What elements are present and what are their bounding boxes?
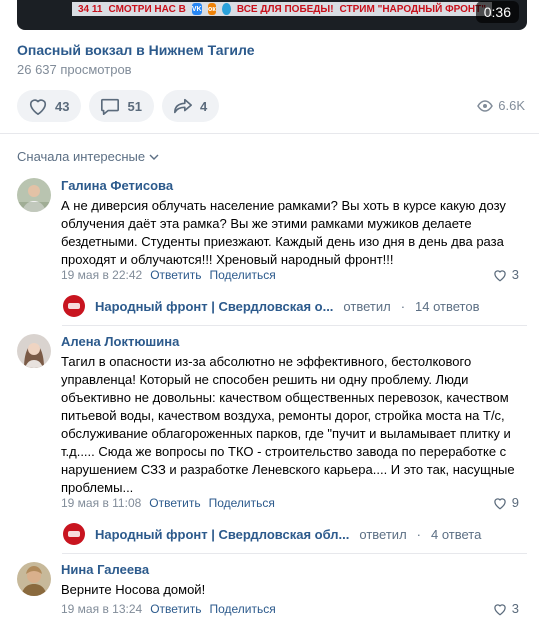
comment-button[interactable]: 51 <box>89 90 154 122</box>
heart-icon <box>29 99 47 115</box>
comment-meta: 19 мая в 22:42 Ответить Поделиться <box>61 268 276 282</box>
avatar[interactable] <box>17 334 51 368</box>
comment-text: Тагил в опасности из-за абсолютно не эфф… <box>61 354 515 495</box>
eye-icon <box>477 99 494 112</box>
video-duration: 0:36 <box>475 1 519 23</box>
like-count: 43 <box>55 98 70 114</box>
heart-icon <box>494 269 506 281</box>
comment-item: Нина Галеева Верните Носова домой! 19 ма… <box>17 562 527 622</box>
reply-author[interactable]: Народный фронт | Свердловская обл... <box>95 527 349 542</box>
ticker-left: 34 11 <box>78 3 103 15</box>
comment-date[interactable]: 19 мая в 22:42 <box>61 268 142 282</box>
divider <box>62 325 527 326</box>
reply-link[interactable]: Ответить <box>149 496 200 510</box>
comment-author[interactable]: Галина Фетисова <box>61 178 173 193</box>
comment-item: Галина Фетисова А не диверсия облучать н… <box>17 178 527 288</box>
comment-like-button[interactable]: 3 <box>492 267 519 282</box>
reply-separator: · <box>400 298 406 314</box>
comment-icon <box>101 98 120 115</box>
telegram-icon <box>222 3 231 15</box>
reply-separator: · <box>416 526 421 542</box>
avatar[interactable] <box>17 562 51 596</box>
reply-count[interactable]: 14 ответов <box>415 299 479 314</box>
divider <box>0 133 539 134</box>
video-ticker: 34 11 СМОТРИ НАС В VK ок ВСЕ ДЛЯ ПОБЕДЫ!… <box>72 2 492 16</box>
comment-count: 51 <box>127 98 142 114</box>
comment-text: А не диверсия облучать население рамками… <box>61 198 506 267</box>
reply-action: ответил <box>359 526 407 542</box>
reply-link[interactable]: Ответить <box>150 602 201 616</box>
vk-icon: VK <box>191 3 202 15</box>
comment-author[interactable]: Алена Локтюшина <box>61 334 179 349</box>
reply-thread[interactable]: Народный фронт | Свердловская о... ответ… <box>63 295 523 317</box>
share-count: 4 <box>199 98 208 114</box>
comment-meta: 19 мая в 11:08 Ответить Поделиться <box>61 496 275 510</box>
share-link[interactable]: Поделиться <box>209 268 275 282</box>
ticker-text-3: СТРИМ "НАРОДНЫЙ ФРОНТ" <box>339 3 486 15</box>
video-views: 26 637 просмотров <box>17 62 132 77</box>
divider <box>62 553 527 554</box>
sort-dropdown[interactable]: Сначала интересные <box>17 149 159 164</box>
reply-author[interactable]: Народный фронт | Свердловская о... <box>95 299 333 314</box>
comment-author[interactable]: Нина Галеева <box>61 562 149 577</box>
reply-thread[interactable]: Народный фронт | Свердловская обл... отв… <box>63 523 523 545</box>
reply-count[interactable]: 4 ответа <box>431 527 481 542</box>
comment-meta: 19 мая в 13:24 Ответить Поделиться <box>61 602 276 616</box>
video-title[interactable]: Опасный вокзал в Нижнем Тагиле <box>17 42 255 58</box>
share-link[interactable]: Поделиться <box>209 602 275 616</box>
comment-item: Алена Локтюшина Тагил в опасности из-за … <box>17 334 527 514</box>
share-link[interactable]: Поделиться <box>209 496 275 510</box>
reply-link[interactable]: Ответить <box>150 268 201 282</box>
like-button[interactable]: 43 <box>17 90 82 122</box>
comment-like-count: 9 <box>511 495 519 510</box>
heart-icon <box>494 603 506 615</box>
ticker-text-2: ВСЕ ДЛЯ ПОБЕДЫ! <box>236 3 334 15</box>
comment-date[interactable]: 19 мая в 13:24 <box>61 602 142 616</box>
video-thumbnail[interactable]: 34 11 СМОТРИ НАС В VK ок ВСЕ ДЛЯ ПОБЕДЫ!… <box>17 0 527 30</box>
ticker-text-1: СМОТРИ НАС В <box>108 3 186 15</box>
view-count-value: 6.6K <box>498 98 525 113</box>
comment-like-button[interactable]: 9 <box>492 495 519 510</box>
avatar[interactable] <box>17 178 51 212</box>
narodny-front-logo <box>63 523 85 545</box>
share-icon <box>173 98 192 114</box>
comment-text: Верните Носова домой! <box>61 582 206 597</box>
action-bar: 43 51 4 <box>17 90 220 122</box>
view-count: 6.6K <box>477 98 525 113</box>
comment-like-count: 3 <box>511 601 519 616</box>
sort-label: Сначала интересные <box>17 149 146 164</box>
comment-date[interactable]: 19 мая в 11:08 <box>61 496 141 510</box>
comment-like-count: 3 <box>511 267 519 282</box>
reply-action: ответил <box>343 298 391 314</box>
ok-icon: ок <box>207 3 217 15</box>
comment-like-button[interactable]: 3 <box>492 601 519 616</box>
share-button[interactable]: 4 <box>161 90 220 122</box>
heart-icon <box>494 497 506 509</box>
narodny-front-logo <box>63 295 85 317</box>
chevron-down-icon <box>149 154 159 160</box>
